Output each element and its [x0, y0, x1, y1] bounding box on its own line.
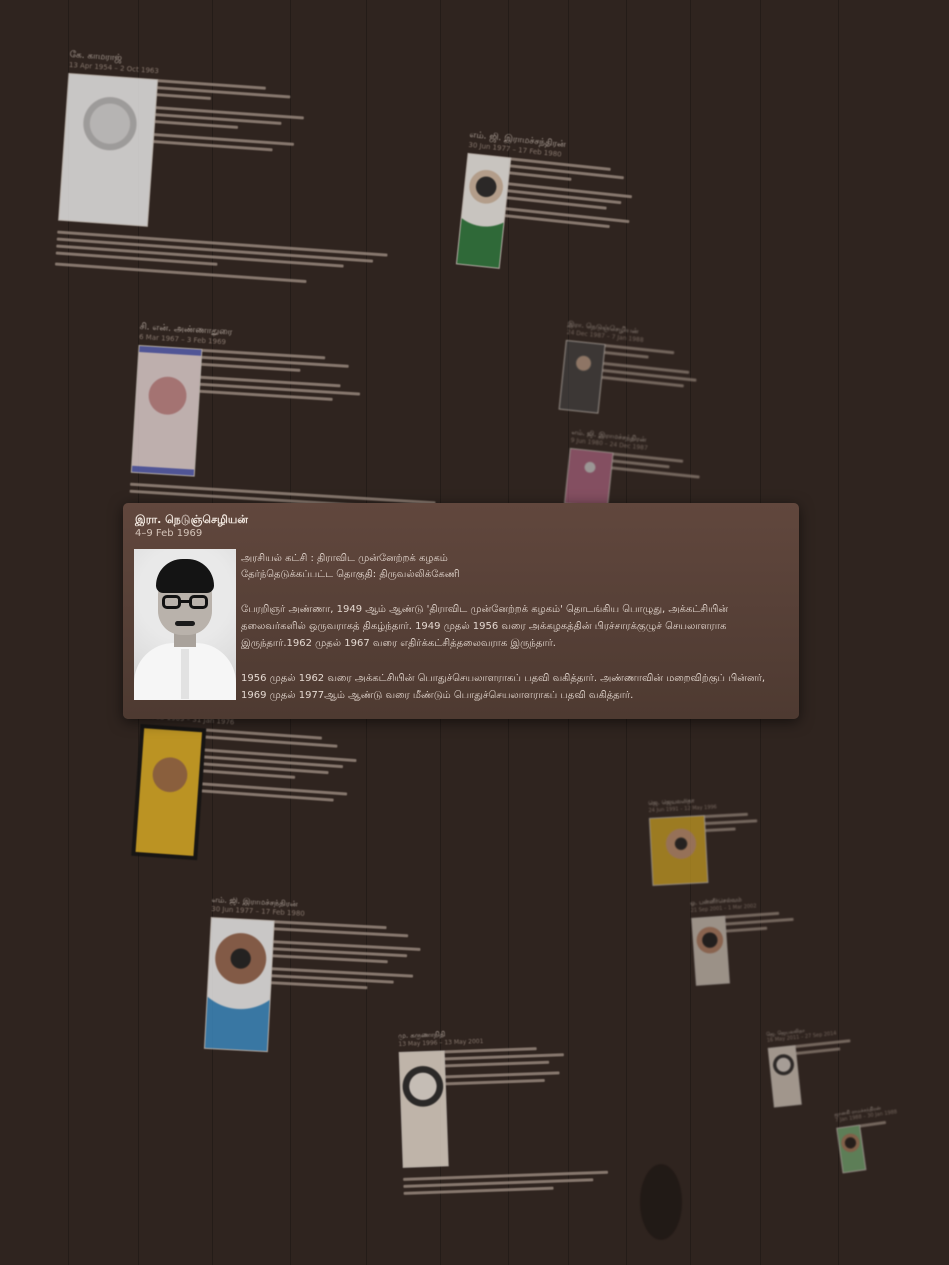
timeline-card[interactable]: எம். ஜி. இராமச்சந்திரன் 30 Jun 1977 – 17… [455, 130, 708, 293]
portrait-photo [131, 723, 207, 861]
portrait-photo [564, 447, 614, 509]
portrait-photo [691, 915, 730, 986]
lion-emblem-icon [626, 1160, 696, 1265]
tooltip-name: இரா. நெடுஞ்செழியன் [135, 513, 248, 526]
portrait-photo [836, 1124, 867, 1174]
timeline-card[interactable]: ஜானகி ராமச்சந்திரன் 7 Jan 1988 – 30 Jan … [834, 1098, 942, 1177]
constituency-line: தேர்ந்தெடுக்கப்பட்ட தொகுதி: திருவல்லிக்க… [241, 569, 460, 580]
bio-paragraph: 1956 முதல் 1962 வரை அக்கட்சியின் பொதுச்ச… [241, 673, 766, 701]
timeline-card[interactable]: ஓ. பன்னீர்செல்வம் 21 Sep 2001 – 1 Mar 20… [690, 888, 866, 990]
timeline-card[interactable]: ஜெ. ஜெயலலிதா 16 May 2011 – 27 Sep 2014 [766, 1016, 924, 1111]
tooltip-dates: 4–9 Feb 1969 [135, 528, 203, 539]
portrait-photo [58, 72, 159, 227]
portrait-photo [648, 815, 709, 886]
portrait-photo [398, 1050, 449, 1168]
portrait-photo [558, 339, 606, 414]
emblem-sculpture [626, 1160, 700, 1265]
portrait-photo [130, 344, 203, 477]
timeline-card[interactable]: சி. என். அண்ணாதுரை 6 Mar 1967 – 3 Feb 19… [129, 322, 479, 517]
bio-paragraph: பேரறிஞர் அண்ணா, 1949 ஆம் ஆண்டு 'திராவிட … [241, 604, 729, 649]
timeline-card[interactable]: மு. கருணாநிதி 10 Feb 1969 – 31 Jan 1976 [131, 702, 471, 883]
portrait-photo [134, 549, 236, 700]
party-line: அரசியல் கட்சி : திராவிட முன்னேற்றக் கழகம… [241, 553, 448, 564]
portrait-photo [203, 916, 275, 1053]
timeline-stage[interactable]: கே. காமராஜ் 13 Apr 1954 – 2 Oct 1963 சி.… [0, 0, 949, 1265]
leader-detail-tooltip: இரா. நெடுஞ்செழியன் 4–9 Feb 1969 அரசியல் … [123, 503, 799, 719]
portrait-photo [455, 152, 512, 269]
timeline-card[interactable]: மு. கருணாநிதி 13 May 1996 – 13 May 2001 [398, 1023, 654, 1199]
timeline-card[interactable]: இரா. நெடுஞ்செழியன் 24 Dec 1987 – 7 Jan 1… [558, 320, 777, 435]
timeline-card[interactable]: கே. காமராஜ் 13 Apr 1954 – 2 Oct 1963 [54, 50, 429, 295]
timeline-card[interactable]: ஜெ. ஜெயலலிதா 24 Jun 1991 – 12 May 1996 [648, 791, 832, 890]
